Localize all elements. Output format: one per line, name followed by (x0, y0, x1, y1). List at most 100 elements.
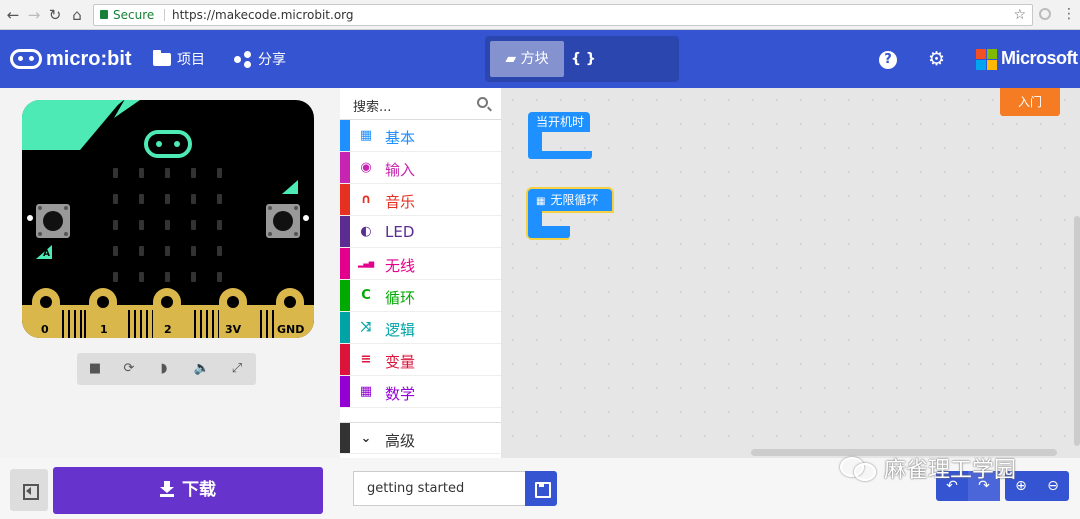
zoom-out-icon[interactable]: ⊖ (1037, 471, 1069, 501)
button-a[interactable] (36, 204, 70, 238)
lock-icon (100, 10, 108, 19)
category-color-bar (340, 280, 350, 311)
back-icon[interactable]: ← (3, 5, 23, 25)
blocks-label: 方块 (520, 51, 549, 67)
category-label: LED (385, 223, 415, 241)
slow-mo-icon[interactable]: ◗ (147, 353, 181, 385)
app-header: micro:bit 项目 分享 ▰ 方块 { } JavaScript ? ⚙ … (0, 30, 1080, 103)
chevron-down-icon: ⌄ (360, 431, 372, 446)
blocks-mode-button[interactable]: ▰ 方块 (490, 41, 564, 77)
signal-icon: ▂▄▆ (358, 260, 375, 268)
extension-icon[interactable] (1039, 8, 1051, 20)
category-2[interactable]: ◉ 输入 (340, 152, 501, 184)
led (139, 168, 144, 178)
search-icon[interactable] (477, 97, 488, 108)
category-label: 输入 (385, 161, 416, 179)
gear-icon[interactable]: ⚙ (928, 50, 945, 69)
fullscreen-icon[interactable]: ⤢ (220, 353, 254, 385)
category-5[interactable]: ▂▄▆ 无线 (340, 248, 501, 280)
home-icon[interactable]: ⌂ (67, 5, 87, 25)
search-input[interactable]: 搜索... (353, 96, 391, 115)
wechat-icon (840, 453, 880, 483)
simulator-panel: A B 0 1 2 3V GND ■ ⟳ ◗ 🔈 ⤢ (0, 88, 340, 519)
led (217, 194, 222, 204)
vertical-scrollbar[interactable] (1074, 216, 1080, 446)
led (191, 168, 196, 178)
led (217, 168, 222, 178)
led (139, 272, 144, 282)
microsoft-brand[interactable]: Microsoft (1001, 48, 1078, 69)
led (165, 220, 170, 230)
button-b[interactable] (266, 204, 300, 238)
microbit-logo-icon (10, 49, 42, 69)
share-icon (234, 51, 252, 68)
blocks-workspace[interactable]: 入门 当开机时 ▦ 无限循环 (501, 88, 1080, 458)
category-color-bar (340, 376, 350, 407)
category-4[interactable]: ◐ LED (340, 216, 501, 248)
logo-text: micro:bit (46, 47, 132, 70)
security-label: Secure (113, 8, 155, 22)
led (165, 194, 170, 204)
led (217, 272, 222, 282)
category-1[interactable]: ▦ 基本 (340, 120, 501, 152)
restart-icon[interactable]: ⟳ (112, 353, 146, 385)
pin-label: 2 (163, 323, 173, 336)
button-b-label: B (283, 179, 290, 189)
javascript-mode-button[interactable]: { } JavaScript (571, 41, 679, 103)
toolbox-search[interactable]: 搜索... (340, 88, 501, 120)
collapse-simulator-button[interactable] (10, 469, 48, 511)
led (217, 220, 222, 230)
category-7[interactable]: ⤨ 逻辑 (340, 312, 501, 344)
category-label: 音乐 (385, 193, 416, 211)
category-color-bar (340, 152, 350, 183)
category-9[interactable]: ▦ 数学 (340, 376, 501, 408)
target-icon: ◉ (360, 160, 372, 175)
pin-label: 3V (224, 323, 243, 336)
browser-chrome: ← → ↻ ⌂ Secure https://makecode.microbit… (0, 0, 1080, 30)
block-toolbox: 搜索... ▦ 基本 ◉ 输入 ∩ 音乐 ◐ LED ▂▄▆ 无线 C 循环 ⤨ 逻辑 ≡ 变量 ▦ 数学 ⌄ 高级 (340, 88, 501, 458)
grid-icon: ▦ (359, 128, 373, 143)
projects-label: 项目 (177, 52, 205, 68)
address-bar[interactable]: Secure https://makecode.microbit.org ☆ (93, 4, 1033, 26)
forward-icon[interactable]: → (24, 5, 44, 25)
bookmark-star-icon[interactable]: ☆ (1013, 5, 1026, 25)
led (191, 246, 196, 256)
led (139, 246, 144, 256)
download-button[interactable]: 下载 (53, 467, 323, 514)
category-label: 数学 (385, 385, 416, 403)
folder-icon (153, 49, 171, 66)
mute-icon[interactable]: 🔈 (185, 353, 219, 385)
category-color-bar (340, 120, 350, 151)
category-color-bar (340, 248, 350, 279)
help-icon[interactable]: ? (879, 51, 897, 69)
getting-started-button[interactable]: 入门 (1000, 88, 1060, 116)
category-8[interactable]: ≡ 变量 (340, 344, 501, 376)
forever-label: ▦ 无限循环 (528, 190, 598, 212)
projects-button[interactable]: 项目 (153, 49, 205, 69)
headphones-icon: ∩ (360, 192, 372, 207)
browser-menu-icon[interactable]: ⋮ (1062, 6, 1076, 22)
led (139, 194, 144, 204)
toggle-icon: ◐ (360, 224, 372, 239)
led (113, 220, 118, 230)
category-6[interactable]: C 循环 (340, 280, 501, 312)
save-icon[interactable] (525, 471, 557, 506)
category-10[interactable]: ⌄ 高级 (340, 422, 501, 454)
puzzle-icon: ▰ (505, 51, 521, 67)
download-icon (160, 481, 174, 497)
stop-icon[interactable]: ■ (78, 353, 112, 385)
url-text: https://makecode.microbit.org (172, 8, 354, 22)
pin-label: 0 (40, 323, 50, 336)
divider (164, 9, 165, 21)
share-button[interactable]: 分享 (234, 49, 286, 69)
microbit-logo[interactable]: micro:bit (10, 47, 132, 71)
led (113, 194, 118, 204)
project-name-input[interactable]: getting started (353, 471, 525, 506)
led (217, 246, 222, 256)
led (139, 220, 144, 230)
download-label: 下载 (182, 480, 216, 500)
reload-icon[interactable]: ↻ (45, 5, 65, 25)
category-label: 基本 (385, 129, 416, 147)
category-3[interactable]: ∩ 音乐 (340, 184, 501, 216)
category-color-bar (340, 184, 350, 215)
